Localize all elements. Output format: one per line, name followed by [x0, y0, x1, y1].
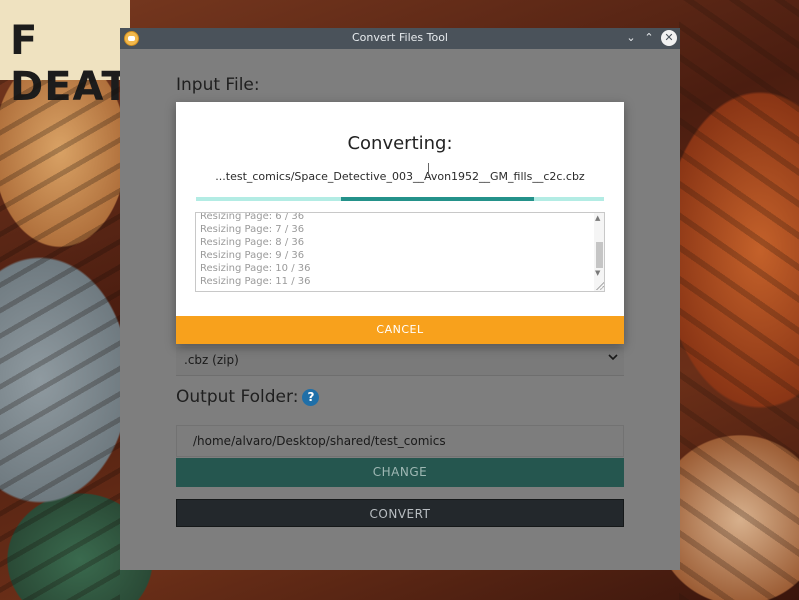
convert-button[interactable]: CONVERT [176, 499, 624, 527]
output-folder-label-text: Output Folder: [176, 387, 299, 407]
output-path-value: /home/alvaro/Desktop/shared/test_comics [193, 434, 446, 448]
title-bar[interactable]: Convert Files Tool ⌄ ⌃ ✕ [120, 28, 680, 49]
log-line: Resizing Page: 7 / 36 [200, 224, 305, 235]
scrollbar-thumb[interactable] [596, 242, 603, 268]
scroll-down-icon[interactable]: ▼ [595, 269, 600, 277]
progress-bar [196, 197, 604, 201]
comic-art-left [0, 80, 120, 600]
converting-file-name: ...test_comics/Space_Detective_003__Avon… [215, 170, 585, 183]
format-select[interactable]: .cbz (zip) [176, 347, 624, 376]
log-scrollbar[interactable]: ▲ ▼ [594, 213, 604, 291]
progress-bar-fill [340, 197, 535, 201]
comic-art-right [679, 0, 799, 600]
input-file-label: Input File: [176, 75, 260, 95]
comic-banner: F DEAT [0, 0, 130, 110]
cancel-button[interactable]: CANCEL [176, 316, 624, 344]
log-line: Resizing Page: 9 / 36 [200, 250, 305, 261]
close-icon[interactable]: ✕ [661, 30, 677, 46]
minimize-icon[interactable]: ⌄ [623, 30, 639, 46]
help-icon[interactable]: ? [302, 389, 320, 406]
resize-grip-icon[interactable] [595, 281, 604, 290]
maximize-icon[interactable]: ⌃ [641, 30, 657, 46]
window-title: Convert Files Tool [352, 31, 448, 44]
dialog-heading: Converting: [347, 133, 453, 154]
log-line: Resizing Page: 10 / 36 [200, 263, 311, 274]
output-folder-label: Output Folder:? [176, 387, 320, 407]
format-select-value: .cbz (zip) [184, 353, 239, 367]
conversion-log[interactable]: Resizing Page: 6 / 36 Resizing Page: 7 /… [195, 212, 605, 292]
text-cursor [428, 163, 429, 176]
log-line: Resizing Page: 8 / 36 [200, 237, 305, 248]
log-line: Resizing Page: 6 / 36 [200, 212, 305, 222]
output-path-field[interactable]: /home/alvaro/Desktop/shared/test_comics [176, 425, 624, 457]
chevron-down-icon [608, 352, 618, 365]
change-button[interactable]: CHANGE [176, 458, 624, 487]
log-line: Resizing Page: 11 / 36 [200, 276, 311, 287]
scroll-up-icon[interactable]: ▲ [595, 214, 600, 222]
converting-dialog: Converting: ...test_comics/Space_Detecti… [176, 102, 624, 344]
